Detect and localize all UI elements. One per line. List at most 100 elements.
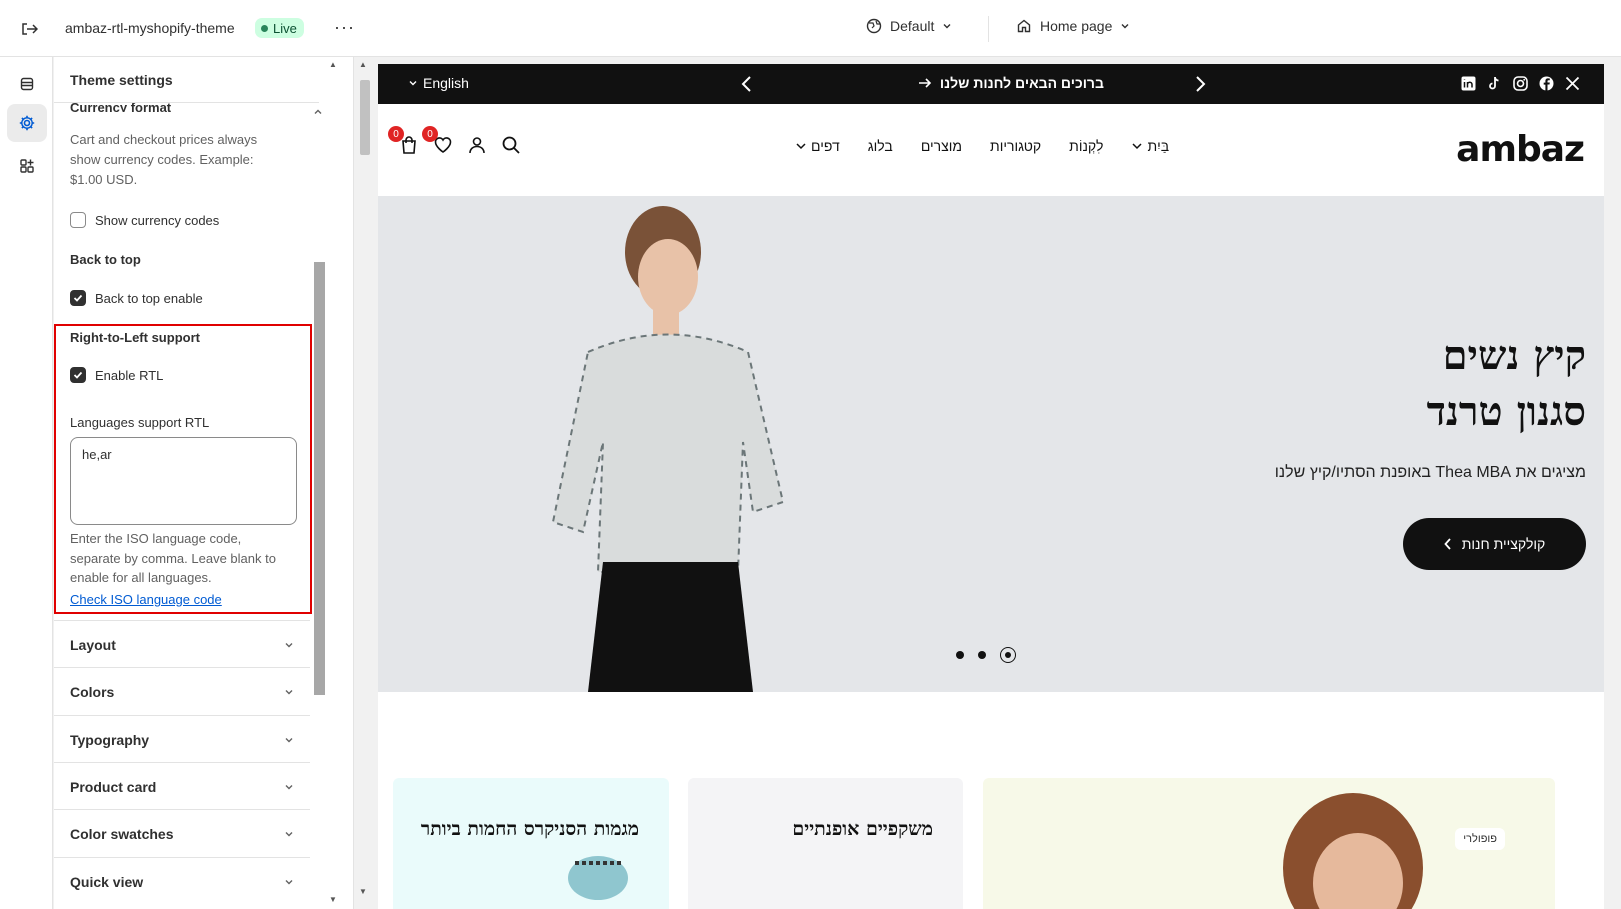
tiktok-icon[interactable] xyxy=(1486,75,1502,91)
back-to-top-checkbox[interactable] xyxy=(70,290,86,306)
hero-banner: קיץ נשים סגנון טרנד מציגים את Thea MBA ב… xyxy=(378,196,1604,692)
scroll-down-arrow-icon[interactable]: ▼ xyxy=(328,895,338,904)
nav-item-pages[interactable]: דפים xyxy=(795,138,840,154)
account-button[interactable] xyxy=(466,134,488,156)
chevron-down-icon xyxy=(1121,24,1129,29)
main-nav: בַּיִת לִקְנוֹת קטגוריות מוצרים בלוג דפי… xyxy=(795,138,1169,154)
nav-item-blog[interactable]: בלוג xyxy=(868,138,893,154)
enable-rtl-label: Enable RTL xyxy=(95,367,164,383)
theme-name: ambaz-rtl-myshopify-theme xyxy=(65,20,235,36)
sections-icon xyxy=(20,77,34,91)
accordion-label: Colors xyxy=(70,683,115,700)
icon-rail xyxy=(0,57,53,909)
language-selector[interactable]: English xyxy=(408,75,469,91)
more-actions-button[interactable]: ··· xyxy=(334,17,355,38)
enable-rtl-checkbox[interactable] xyxy=(70,367,86,383)
show-currency-codes-row[interactable]: Show currency codes xyxy=(70,212,219,228)
accordion-typography[interactable]: Typography xyxy=(54,715,310,763)
language-label: English xyxy=(423,75,469,91)
currency-help-text: Cart and checkout prices always show cur… xyxy=(70,132,258,187)
scroll-up-arrow-icon[interactable]: ▲ xyxy=(359,60,367,69)
search-icon xyxy=(502,136,520,154)
exit-editor-button[interactable] xyxy=(18,18,40,40)
show-currency-codes-checkbox[interactable] xyxy=(70,212,86,228)
live-badge: Live xyxy=(255,18,304,38)
chevron-down-icon xyxy=(285,879,293,884)
accordion-label: Product card xyxy=(70,778,157,795)
page-selector[interactable]: Home page xyxy=(1016,18,1130,34)
back-to-top-label: Back to top enable xyxy=(95,290,203,306)
enable-rtl-row[interactable]: Enable RTL xyxy=(70,367,163,383)
page-selector-label: Home page xyxy=(1040,18,1113,34)
nav-item-shop[interactable]: לִקְנוֹת xyxy=(1069,138,1103,154)
accordion-layout[interactable]: Layout xyxy=(54,620,310,668)
apps-button[interactable] xyxy=(7,147,47,185)
chevron-down-icon xyxy=(285,689,293,694)
hero-title-line: סגנון טרנד xyxy=(1426,388,1586,435)
live-badge-label: Live xyxy=(273,20,297,36)
announcement-text: ברוכים הבאים לחנות שלנו xyxy=(918,75,1104,91)
settings-panel: Theme settings Currency format Cart and … xyxy=(54,57,354,909)
accordion-quick-view[interactable]: Quick view xyxy=(54,857,310,905)
settings-gear-icon xyxy=(19,115,35,131)
collection-card[interactable]: מגמות הסניקרס החמות ביותר xyxy=(393,778,669,909)
chevron-up-icon[interactable] xyxy=(313,107,323,117)
accordion-product-card[interactable]: Product card xyxy=(54,762,310,810)
slider-dot-active[interactable] xyxy=(1000,647,1016,663)
rtl-heading: Right-to-Left support xyxy=(70,330,200,345)
chevron-down-icon xyxy=(1132,143,1142,150)
accordion-colors[interactable]: Colors xyxy=(54,667,310,715)
checkmark-icon xyxy=(73,371,83,379)
chevron-left-icon xyxy=(1443,538,1451,550)
languages-help-text: Enter the ISO language code, separate by… xyxy=(70,531,276,585)
back-to-top-row[interactable]: Back to top enable xyxy=(70,290,203,306)
hero-cta-button[interactable]: קולקציית חנות xyxy=(1403,518,1586,570)
accordion-color-swatches[interactable]: Color swatches xyxy=(54,809,310,857)
slider-dot[interactable] xyxy=(978,651,986,659)
iso-language-link[interactable]: Check ISO language code xyxy=(70,592,222,607)
wishlist-count-badge: 0 xyxy=(422,126,438,142)
chevron-left-icon[interactable] xyxy=(740,75,754,93)
panel-scrollbar-thumb[interactable] xyxy=(314,262,325,695)
linkedin-icon[interactable] xyxy=(1460,75,1476,91)
show-currency-codes-label: Show currency codes xyxy=(95,212,220,228)
search-button[interactable] xyxy=(500,134,522,156)
nav-item-products[interactable]: מוצרים xyxy=(921,138,962,154)
collection-card[interactable]: פופולרי xyxy=(983,778,1555,909)
divider xyxy=(54,102,319,103)
x-icon[interactable] xyxy=(1564,75,1580,91)
wishlist-button[interactable]: 0 xyxy=(422,126,454,156)
accordion-label: Layout xyxy=(70,636,116,653)
panel-title: Theme settings xyxy=(70,72,173,88)
announcement-message: ברוכים הבאים לחנות שלנו xyxy=(939,75,1104,91)
nav-item-home[interactable]: בַּיִת xyxy=(1131,138,1169,154)
nav-item-categories[interactable]: קטגוריות xyxy=(990,138,1041,154)
user-icon xyxy=(469,137,485,154)
chevron-down-icon xyxy=(285,831,293,836)
chevron-right-icon[interactable] xyxy=(1193,75,1207,93)
slider-dot[interactable] xyxy=(956,651,964,659)
back-to-top-heading: Back to top xyxy=(70,252,141,267)
store-logo[interactable]: ambaz xyxy=(1456,129,1585,170)
announcement-bar: English ברוכים הבאים לחנות שלנו xyxy=(378,64,1604,104)
hero-subtitle: מציגים את Thea MBA באופנת הסתיו/קיץ שלנו xyxy=(1274,464,1586,481)
scroll-up-arrow-icon[interactable]: ▲ xyxy=(328,60,338,69)
divider xyxy=(988,16,989,42)
sections-button[interactable] xyxy=(7,65,47,103)
collection-card[interactable]: משקפיים אופנתיים xyxy=(688,778,963,909)
scroll-down-arrow-icon[interactable]: ▼ xyxy=(359,887,367,896)
cart-button[interactable]: 0 xyxy=(388,126,420,156)
storefront-preview: English ברוכים הבאים לחנות שלנו 0 0 בַּי… xyxy=(378,64,1604,909)
cart-count-badge: 0 xyxy=(388,126,404,142)
instagram-icon[interactable] xyxy=(1512,75,1528,91)
nav-label: מוצרים xyxy=(920,138,963,154)
view-selector[interactable]: Default xyxy=(866,18,952,34)
facebook-icon[interactable] xyxy=(1538,75,1554,91)
hero-title-line: קיץ נשים xyxy=(1442,332,1586,379)
preview-scrollbar-thumb[interactable] xyxy=(360,80,370,155)
chevron-down-icon xyxy=(285,642,293,647)
preview-scrollbar[interactable]: ▲ ▼ xyxy=(356,57,370,909)
languages-rtl-textarea[interactable]: he,ar xyxy=(70,437,297,525)
theme-settings-button[interactable] xyxy=(7,104,47,142)
chevron-down-icon xyxy=(285,784,293,789)
